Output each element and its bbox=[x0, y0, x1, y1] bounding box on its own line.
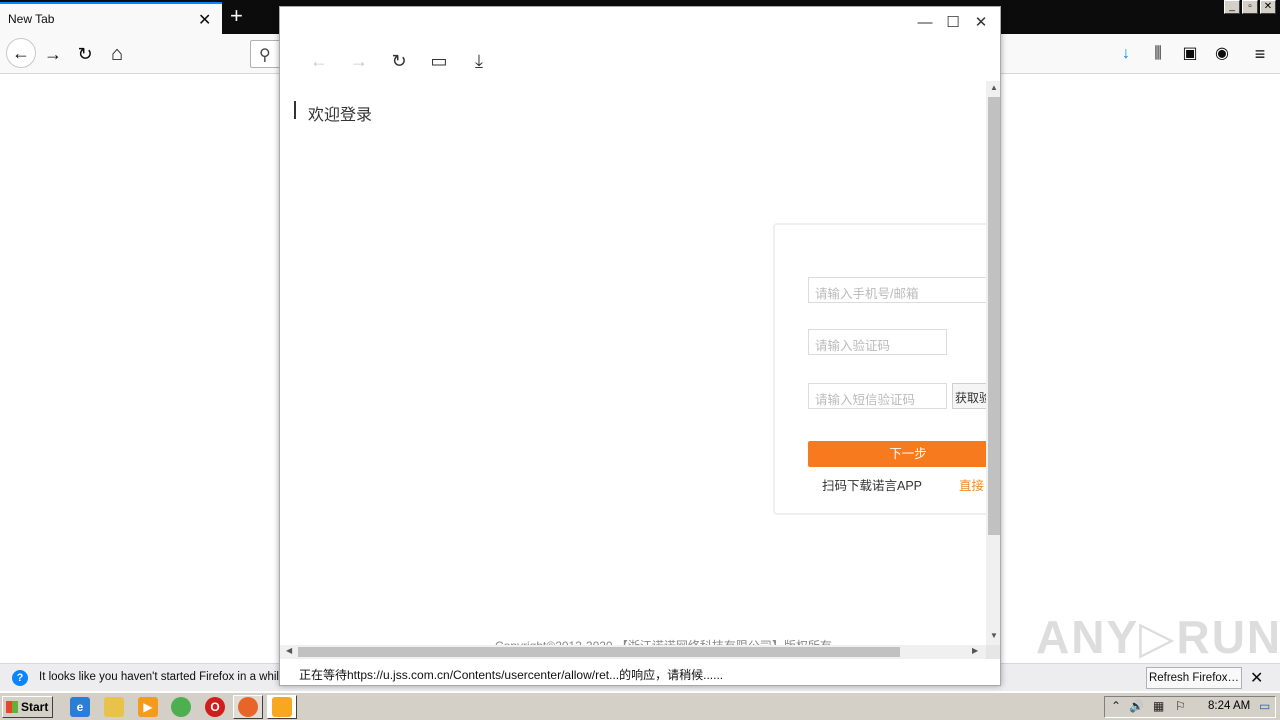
windows-logo-icon bbox=[6, 701, 18, 713]
taskbar: Start e ▶ O ⌃ 🔊 ▦ ⚐ ▭ 8:24 AM bbox=[0, 692, 1280, 720]
popup-forward-button[interactable]: → bbox=[347, 49, 371, 73]
clock: 8:24 AM bbox=[1208, 700, 1251, 712]
start-button[interactable]: Start bbox=[2, 696, 53, 718]
app-icon bbox=[272, 697, 292, 717]
action-center-icon[interactable]: ⚐ bbox=[1175, 699, 1186, 713]
vertical-scrollbar[interactable]: ▲ ▼ bbox=[986, 81, 1000, 645]
network-icon[interactable]: ▦ bbox=[1153, 699, 1164, 713]
downloads-icon[interactable]: ↓ bbox=[1114, 42, 1138, 66]
phone-email-input[interactable]: 请输入手机号/邮箱 bbox=[808, 277, 986, 303]
page-title: 欢迎登录 bbox=[308, 107, 373, 124]
captcha-input[interactable]: 请输入验证码 bbox=[808, 329, 947, 355]
home-button[interactable]: ⌂ bbox=[104, 42, 130, 68]
vertical-scroll-thumb[interactable] bbox=[988, 97, 1000, 535]
page-content: 欢迎登录 请输入手机号/邮箱 请输入验证码 请输入短信验证码 获取验 下一步 扫… bbox=[280, 81, 986, 645]
popup-window: — ☐ ✕ ← → ↻ ▭ ⤓ 欢迎登录 请输入手机号/邮箱 请输入验证码 请输… bbox=[279, 6, 1001, 686]
scroll-down-icon[interactable]: ▼ bbox=[990, 631, 998, 640]
welcome-divider bbox=[294, 101, 296, 119]
popup-toolbar: ← → ↻ ▭ ⤓ bbox=[280, 39, 1000, 81]
new-tab-button[interactable]: + bbox=[230, 4, 243, 28]
opera-icon[interactable]: O bbox=[205, 697, 225, 717]
popup-close-button[interactable]: ✕ bbox=[970, 13, 992, 33]
scroll-left-icon[interactable]: ◀ bbox=[286, 646, 292, 655]
volume-icon[interactable]: 🔊 bbox=[1129, 699, 1144, 713]
horizontal-scrollbar[interactable]: ◀ ▶ bbox=[280, 645, 986, 659]
ie-icon[interactable]: e bbox=[70, 697, 90, 717]
refresh-firefox-button[interactable]: Refresh Firefox… bbox=[1146, 667, 1242, 689]
menu-icon[interactable]: ≡ bbox=[1248, 42, 1272, 66]
firefox-task-button[interactable] bbox=[233, 695, 263, 719]
library-icon[interactable]: ⫼ bbox=[1146, 42, 1170, 66]
reload-button[interactable]: ↻ bbox=[72, 42, 98, 68]
media-player-icon[interactable]: ▶ bbox=[138, 697, 158, 717]
horizontal-scroll-thumb[interactable] bbox=[298, 647, 900, 657]
copyright-text: Copyright©2013-2020 【浙江诺诺网络科技有限公司】版权所有 bbox=[495, 637, 832, 645]
tab-close-icon[interactable]: ✕ bbox=[198, 10, 211, 30]
account-icon[interactable]: ◉ bbox=[1210, 42, 1234, 66]
notification-close-icon[interactable]: ✕ bbox=[1250, 668, 1263, 688]
window-restore-button[interactable]: ▫ bbox=[1242, 0, 1258, 14]
login-card: 请输入手机号/邮箱 请输入验证码 请输入短信验证码 获取验 下一步 扫码下载诺言… bbox=[773, 223, 986, 515]
popup-window-icon[interactable]: ▭ bbox=[427, 49, 451, 73]
scroll-corner bbox=[986, 645, 1000, 659]
notification-text: It looks like you haven't started Firefo… bbox=[39, 671, 289, 683]
chrome-icon[interactable] bbox=[171, 697, 191, 717]
tab-new-tab[interactable]: New Tab ✕ bbox=[0, 2, 222, 34]
get-code-button[interactable]: 获取验 bbox=[952, 383, 986, 409]
popup-maximize-button[interactable]: ☐ bbox=[942, 13, 964, 33]
popup-title-bar: — ☐ ✕ bbox=[280, 7, 1000, 39]
tray-expand-icon[interactable]: ⌃ bbox=[1111, 699, 1121, 713]
tab-title: New Tab bbox=[8, 12, 55, 26]
scroll-up-icon[interactable]: ▲ bbox=[990, 83, 998, 92]
anyrun-watermark: ANY▷RUN bbox=[1036, 611, 1280, 663]
firefox-icon bbox=[238, 697, 258, 717]
status-bar: 正在等待https://u.jss.com.cn/Contents/userce… bbox=[280, 659, 1000, 685]
popup-reload-button[interactable]: ↻ bbox=[387, 49, 411, 73]
help-icon: ? bbox=[12, 670, 28, 686]
scan-download-text: 扫码下载诺言APP bbox=[822, 479, 923, 493]
app-task-button[interactable] bbox=[267, 695, 297, 719]
firefox-window-controls: _ ▫ ✕ bbox=[1224, 0, 1276, 14]
next-step-button[interactable]: 下一步 bbox=[808, 441, 986, 467]
forward-button[interactable]: → bbox=[40, 42, 66, 68]
window-close-button[interactable]: ✕ bbox=[1260, 0, 1276, 14]
start-label: Start bbox=[21, 700, 49, 714]
sms-code-input[interactable]: 请输入短信验证码 bbox=[808, 383, 947, 409]
popup-back-button[interactable]: ← bbox=[307, 49, 331, 73]
direct-login-link[interactable]: 直接 bbox=[959, 475, 984, 494]
sidebar-icon[interactable]: ▣ bbox=[1178, 42, 1202, 66]
scroll-right-icon[interactable]: ▶ bbox=[972, 646, 978, 655]
status-text: 正在等待https://u.jss.com.cn/Contents/userce… bbox=[299, 668, 724, 682]
popup-download-icon[interactable]: ⤓ bbox=[467, 49, 491, 73]
back-button[interactable]: ← bbox=[6, 38, 36, 68]
window-minimize-button[interactable]: _ bbox=[1224, 0, 1240, 14]
popup-minimize-button[interactable]: — bbox=[914, 13, 936, 33]
show-desktop-icon[interactable]: ▭ bbox=[1259, 699, 1270, 713]
explorer-icon[interactable] bbox=[104, 697, 124, 717]
search-icon: ⚲ bbox=[259, 47, 271, 64]
